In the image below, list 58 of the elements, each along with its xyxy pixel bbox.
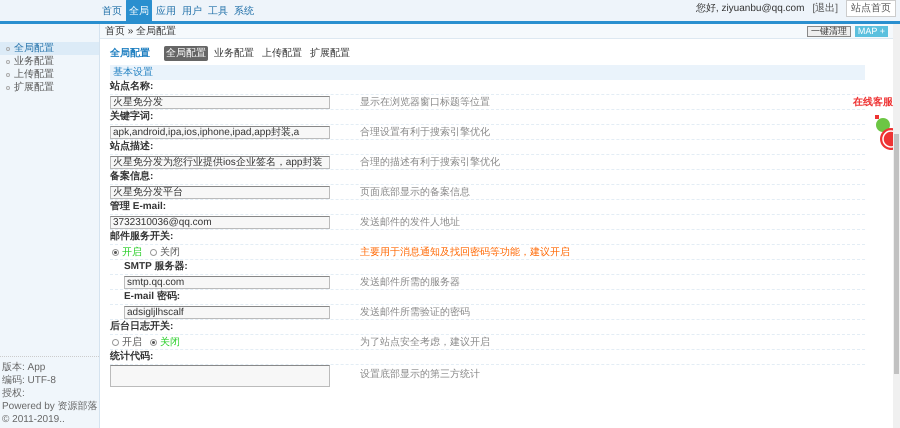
radio-option[interactable]: 开启 <box>112 334 142 350</box>
field-label: E-mail 密码: <box>124 291 180 303</box>
page-title: 全局配置 <box>110 46 150 60</box>
widget-label[interactable]: 在线客服 <box>853 97 893 109</box>
sidebar-item[interactable]: 全局配置 <box>0 42 99 55</box>
hint-text: 为了站点安全考虑，建议开启 <box>360 336 490 350</box>
hint-text: 发送邮件所需验证的密码 <box>360 306 470 320</box>
tab[interactable]: 业务配置 <box>212 46 256 60</box>
field-label: 邮件服务开关: <box>110 231 174 243</box>
sidebar-item[interactable]: 业务配置 <box>0 55 99 68</box>
clear-button[interactable]: 一键清理 <box>806 26 851 36</box>
text-field[interactable]: 火星免分发为您行业提供ios企业签名，app封装 <box>110 156 330 168</box>
footer-text: 授权: <box>2 387 26 400</box>
nav-tab[interactable]: 应用 <box>154 4 178 21</box>
hint-text: 主要用于消息通知及找回密码等功能，建议开启 <box>360 246 570 260</box>
sidebar-item[interactable]: 上传配置 <box>0 68 99 81</box>
greeting-text: 您好, ziyuanbu@qq.com <box>696 2 804 16</box>
field-label: 管理 E-mail: <box>110 201 166 213</box>
nav-tab[interactable]: 系统 <box>232 4 256 21</box>
field-label: 关键字词: <box>110 111 154 123</box>
text-field[interactable]: 3732310036@qq.com <box>110 216 330 228</box>
hint-text: 合理设置有利于搜索引擎优化 <box>360 126 490 140</box>
radio-option[interactable]: 关闭 <box>150 244 180 260</box>
nav-tab[interactable]: 用户 <box>180 4 204 21</box>
footer-text: 编码: UTF-8 <box>2 374 57 387</box>
hint-text: 页面底部显示的备案信息 <box>360 186 470 200</box>
tab[interactable]: 上传配置 <box>260 46 304 60</box>
tab[interactable]: 全局配置 <box>164 46 208 60</box>
field-label: 备案信息: <box>110 171 154 183</box>
field-label: SMTP 服务器: <box>124 261 188 273</box>
breadcrumb: 首页 » 全局配置 <box>105 24 176 38</box>
footer-text: 版本: App <box>2 361 46 374</box>
text-field[interactable]: smtp.qq.com <box>124 276 330 288</box>
sidebar-item[interactable]: 扩展配置 <box>0 81 99 94</box>
footer-text: Powered by 资源部落 <box>2 400 97 413</box>
home-link[interactable]: 站点首页 <box>846 0 896 17</box>
section-header: 基本设置 <box>110 65 865 80</box>
hint-text: 发送邮件所需的服务器 <box>360 276 460 290</box>
field-label: 站点描述: <box>110 141 154 153</box>
scrollbar[interactable] <box>893 24 900 428</box>
hint-text: 显示在浏览器窗口标题等位置 <box>360 96 490 110</box>
field-label: 统计代码: <box>110 351 154 363</box>
text-field[interactable]: adsigljlhscalf <box>124 306 330 318</box>
field-label: 站点名称: <box>110 81 154 93</box>
text-field[interactable]: 火星免分发平台 <box>110 186 330 198</box>
footer-text: © 2011-2019.. <box>2 413 66 426</box>
hint-text: 发送邮件的发件人地址 <box>360 216 460 230</box>
hint-text: 合理的描述有利于搜索引擎优化 <box>360 156 500 170</box>
logout-link[interactable]: [退出] <box>812 1 838 16</box>
tab[interactable]: 扩展配置 <box>308 46 352 60</box>
text-field[interactable]: apk,android,ipa,ios,iphone,ipad,app封装,a <box>110 126 330 138</box>
nav-tab[interactable]: 工具 <box>206 4 230 21</box>
text-field[interactable]: 火星免分发 <box>110 96 330 108</box>
nav-tab[interactable]: 全局 <box>126 0 152 21</box>
code-textarea[interactable] <box>110 365 330 387</box>
field-label: 后台日志开关: <box>110 321 174 333</box>
nav-tab[interactable]: 首页 <box>100 4 124 21</box>
hint-text: 设置底部显示的第三方统计 <box>360 368 480 382</box>
